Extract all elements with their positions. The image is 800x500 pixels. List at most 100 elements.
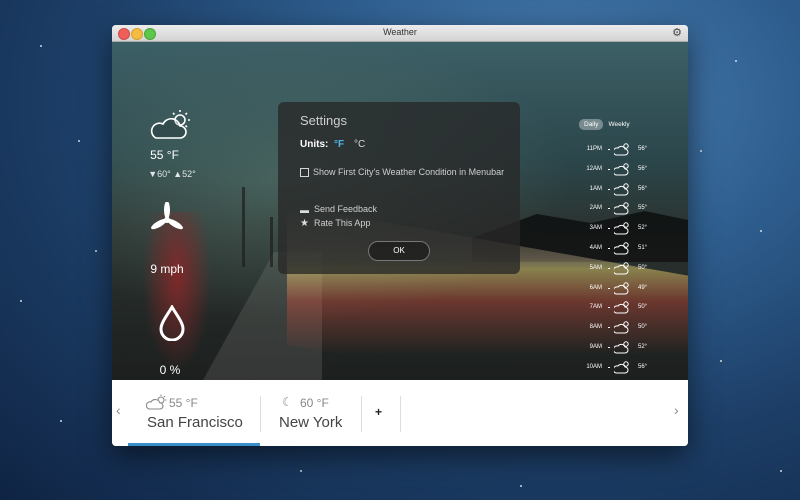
hourly-row: 8AM 50°: [580, 320, 670, 336]
chevron-left-icon[interactable]: ‹: [116, 402, 121, 418]
hour-label: 5AM: [589, 264, 602, 271]
row-separator: [608, 366, 610, 368]
weekly-toggle[interactable]: Weekly: [603, 119, 634, 130]
chevron-right-icon[interactable]: ›: [674, 402, 679, 418]
row-separator: [608, 228, 610, 230]
hour-temperature: 51°: [638, 245, 648, 251]
partly-cloudy-icon: [612, 340, 632, 354]
city-temperature: 55 °F: [169, 396, 198, 410]
hourly-row: 7AM 50°: [580, 300, 670, 316]
hourly-row: 3AM 52°: [580, 221, 670, 237]
settings-title: Settings: [300, 113, 347, 128]
hourly-row: 4AM 51°: [580, 241, 670, 257]
partly-cloudy-icon: [612, 221, 632, 235]
row-separator: [608, 327, 610, 329]
city-tab-san-francisco[interactable]: 55 °F San Francisco: [144, 392, 259, 440]
hour-label: 1AM: [589, 185, 602, 192]
hour-label: 6AM: [589, 284, 602, 291]
rate-app-link[interactable]: Rate This App: [314, 218, 370, 228]
partly-cloudy-icon: [612, 281, 632, 295]
background-lamp-post: [242, 187, 245, 267]
city-tab-new-york[interactable]: ☾ 60 °F New York: [278, 392, 358, 440]
units-label: Units:: [300, 139, 329, 150]
hour-label: 12AM: [586, 165, 602, 172]
hour-temperature: 49°: [638, 284, 648, 291]
menubar-checkbox[interactable]: [300, 168, 309, 177]
selected-city-indicator: [128, 443, 260, 446]
speech-bubble-icon: ▬: [300, 205, 309, 215]
row-separator: [608, 149, 610, 150]
hour-label: 9AM: [589, 344, 602, 350]
hour-label: 7AM: [589, 304, 602, 311]
row-separator: [608, 287, 610, 289]
star-icon: ★: [300, 218, 309, 229]
high-low-temperature: ▼60° ▲52°: [148, 169, 196, 179]
hour-label: 2AM: [589, 205, 602, 212]
divider: [361, 396, 362, 432]
row-separator: [608, 248, 610, 249]
hourly-row: 6AM 49°: [580, 281, 670, 297]
hour-label: 10AM: [586, 363, 602, 370]
weather-window: Weather ⚙ 55 °F ▼60° ▲52° 9 mph 0 % Dail…: [112, 25, 688, 446]
water-drop-icon: [159, 305, 185, 341]
partly-cloudy-icon: [612, 320, 632, 334]
window-title: Weather: [383, 27, 417, 37]
hour-temperature: 56°: [638, 165, 648, 172]
hourly-row: 1AM 56°: [580, 182, 670, 198]
hour-temperature: 56°: [638, 146, 648, 152]
title-bar: Weather ⚙: [112, 25, 688, 42]
row-separator: [608, 168, 610, 170]
row-separator: [608, 347, 610, 348]
hourly-row: 12AM 56°: [580, 162, 670, 178]
send-feedback-link[interactable]: Send Feedback: [314, 204, 377, 214]
city-name: New York: [279, 414, 343, 431]
hourly-row: 2AM 55°: [580, 201, 670, 217]
current-temperature: 55 °F: [150, 148, 179, 162]
menubar-option-label: Show First City's Weather Condition in M…: [313, 167, 505, 177]
daily-toggle[interactable]: Daily: [579, 119, 604, 130]
partly-cloudy-icon: [612, 300, 632, 314]
ok-button[interactable]: OK: [368, 241, 430, 261]
wind-speed: 9 mph: [150, 262, 184, 276]
add-city-button[interactable]: +: [375, 405, 382, 419]
forecast-toggle: Daily Weekly: [579, 119, 635, 130]
row-separator: [608, 188, 610, 190]
hourly-row: 9AM 52°: [580, 340, 670, 356]
hour-label: 3AM: [589, 225, 602, 232]
hour-temperature: 56°: [638, 363, 648, 370]
city-bar: ‹ 55 °F San Francisco ☾ 60 °F New York +: [112, 380, 688, 446]
unit-fahrenheit-option[interactable]: °F: [334, 139, 344, 150]
hour-label: 8AM: [589, 324, 602, 331]
partly-cloudy-icon: [150, 110, 190, 139]
unit-celsius-option[interactable]: °C: [354, 139, 365, 150]
row-separator: [608, 267, 610, 269]
hour-temperature: 50°: [638, 304, 648, 311]
row-separator: [608, 208, 610, 210]
gear-icon[interactable]: ⚙: [672, 26, 682, 39]
settings-dialog: Settings Units: °F °C Show First City's …: [278, 102, 520, 274]
partly-cloudy-icon: [146, 394, 167, 410]
hour-temperature: 50°: [638, 324, 648, 331]
hour-temperature: 52°: [638, 344, 648, 350]
partly-cloudy-icon: [612, 201, 632, 215]
hour-temperature: 55°: [638, 205, 648, 212]
hourly-row: 10AM 56°: [580, 360, 670, 376]
partly-cloudy-icon: [612, 360, 632, 374]
partly-cloudy-icon: [612, 261, 632, 275]
partly-cloudy-icon: [612, 162, 632, 176]
partly-cloudy-icon: [612, 241, 632, 255]
city-name: San Francisco: [147, 414, 243, 431]
wind-turbine-icon: [151, 202, 183, 230]
humidity: 0 %: [159, 363, 181, 377]
hour-temperature: 52°: [638, 225, 648, 232]
divider: [400, 396, 401, 432]
row-separator: [608, 307, 610, 309]
weather-content: 55 °F ▼60° ▲52° 9 mph 0 % Daily Weekly 1…: [112, 42, 688, 380]
hour-temperature: 50°: [638, 264, 648, 271]
hourly-row: 11PM 56°: [580, 142, 670, 158]
partly-cloudy-icon: [612, 182, 632, 196]
hour-temperature: 56°: [638, 185, 648, 192]
hour-label: 11PM: [586, 146, 602, 152]
moon-icon: ☾: [282, 395, 293, 409]
divider: [260, 396, 261, 432]
